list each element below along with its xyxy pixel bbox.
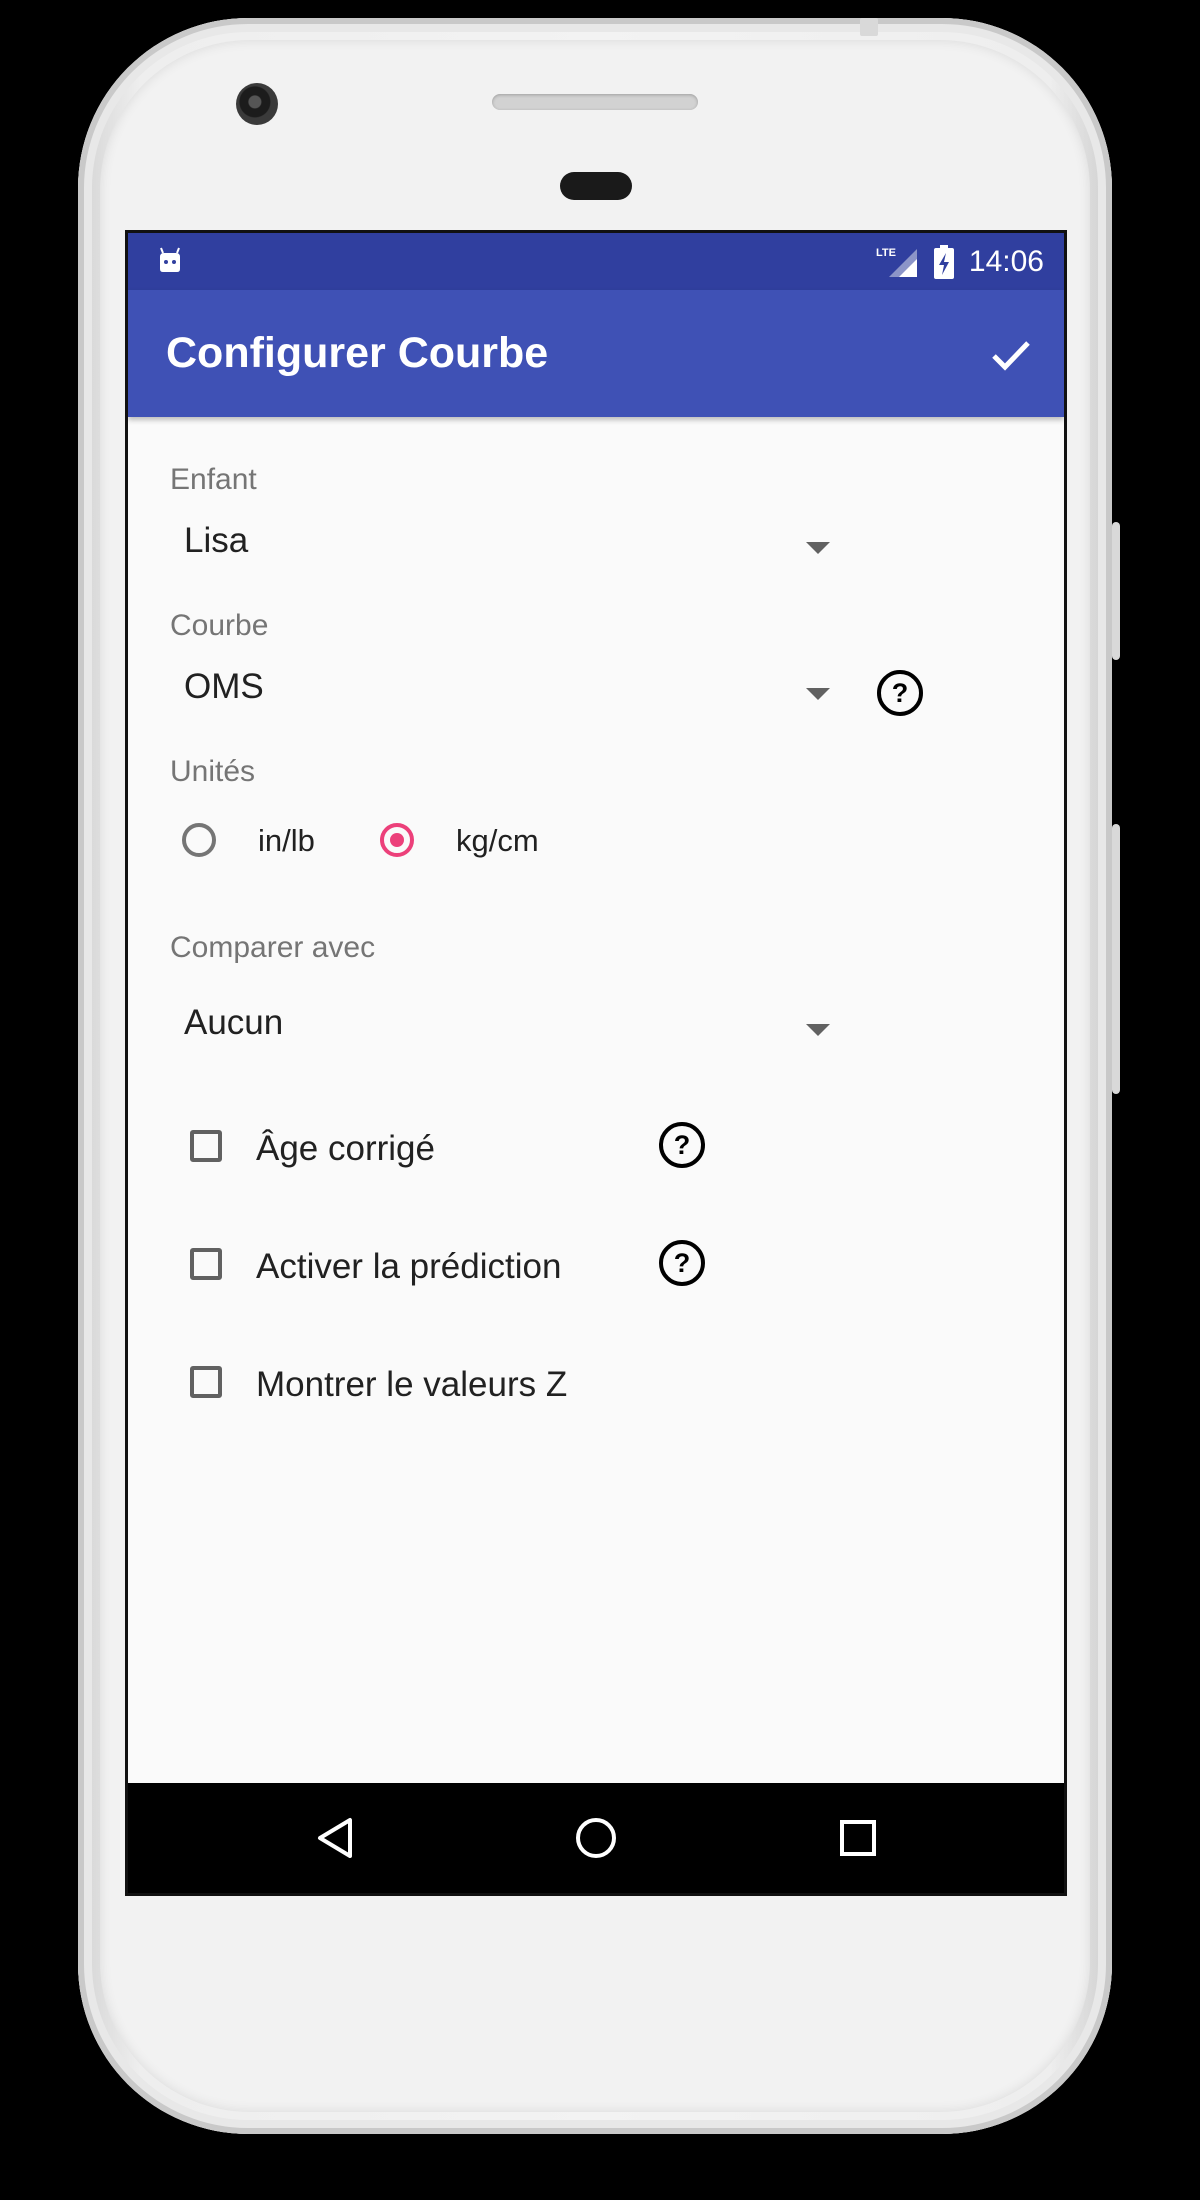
- screen: LTE 14:06 Configurer Courbe Enfant Lisa …: [125, 230, 1067, 1896]
- enfant-value: Lisa: [184, 521, 249, 560]
- page-title: Configurer Courbe: [166, 329, 549, 377]
- front-camera: [236, 83, 278, 125]
- radio-in-lb-label: in/lb: [258, 823, 315, 858]
- battery-charging-icon: [933, 244, 954, 279]
- phone-top-button: [860, 18, 878, 36]
- enfant-label: Enfant: [170, 463, 257, 496]
- app-bar: Configurer Courbe: [128, 290, 1064, 417]
- comparer-label: Comparer avec: [170, 931, 376, 964]
- svg-text:?: ?: [892, 678, 909, 708]
- home-icon[interactable]: [572, 1814, 620, 1862]
- android-notification-icon: [160, 247, 180, 272]
- recents-icon[interactable]: [834, 1814, 882, 1862]
- chevron-down-icon: [806, 1024, 830, 1036]
- phone-volume-button: [1112, 824, 1120, 1094]
- status-time: 14:06: [968, 244, 1044, 278]
- radio-kg-cm-label: kg/cm: [456, 823, 539, 858]
- checkbox[interactable]: [190, 1130, 222, 1162]
- courbe-value: OMS: [184, 667, 264, 706]
- comparer-value: Aucun: [184, 1003, 284, 1042]
- checkbox[interactable]: [190, 1248, 222, 1280]
- unites-label: Unités: [170, 755, 256, 788]
- earpiece-speaker: [492, 94, 698, 110]
- radio-button-checked[interactable]: [380, 823, 414, 857]
- radio-selected-dot: [390, 833, 404, 847]
- checkbox[interactable]: [190, 1366, 222, 1398]
- chevron-down-icon: [806, 542, 830, 554]
- radio-button[interactable]: [182, 823, 216, 857]
- back-icon[interactable]: [312, 1814, 360, 1862]
- proximity-sensor: [560, 172, 632, 200]
- navigation-bar: [128, 1783, 1064, 1893]
- check-icon[interactable]: [986, 330, 1036, 380]
- help-icon[interactable]: ?: [658, 1239, 706, 1287]
- chevron-down-icon: [806, 688, 830, 700]
- phone-side-button: [1112, 522, 1120, 660]
- lte-signal-icon: LTE: [876, 247, 917, 277]
- status-bar: LTE 14:06: [128, 233, 1064, 290]
- checkbox-montrer-valeurs-z-label: Montrer le valeurs Z: [256, 1365, 568, 1404]
- help-icon[interactable]: ?: [876, 669, 924, 717]
- courbe-label: Courbe: [170, 609, 269, 642]
- network-type-label: LTE: [876, 247, 896, 259]
- checkbox-age-corrige-label: Âge corrigé: [256, 1129, 435, 1168]
- svg-text:?: ?: [674, 1248, 691, 1278]
- svg-text:?: ?: [674, 1130, 691, 1160]
- help-icon[interactable]: ?: [658, 1121, 706, 1169]
- checkbox-activer-prediction-label: Activer la prédiction: [256, 1247, 562, 1286]
